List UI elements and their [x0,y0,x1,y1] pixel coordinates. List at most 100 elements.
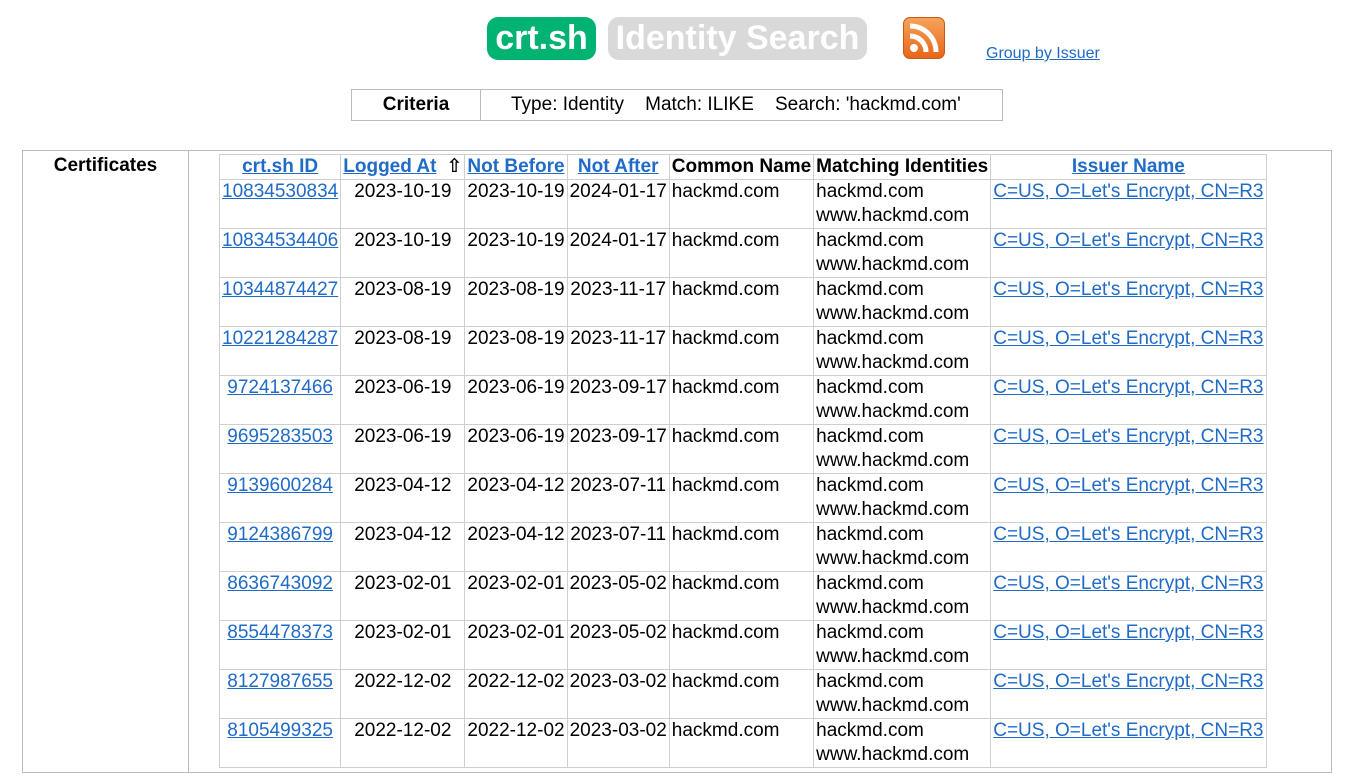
common-name-cell: hackmd.com [668,228,815,278]
logged-at-cell: 2023-02-01 [340,571,466,621]
issuer-name-link[interactable]: C=US, O=Let's Encrypt, CN=R3 [993,671,1263,692]
not-after: 2023-09-17 [569,377,667,398]
criteria-value: Type: Identity Match: ILIKE Search: 'hac… [511,94,961,115]
issuer-name-cell[interactable]: C=US, O=Let's Encrypt, CN=R3 [990,669,1267,719]
matching-identity: www.hackmd.com [816,205,970,226]
not-before-cell: 2023-10-19 [464,228,568,278]
issuer-name-cell[interactable]: C=US, O=Let's Encrypt, CN=R3 [990,473,1267,523]
issuer-name-link[interactable]: C=US, O=Let's Encrypt, CN=R3 [993,573,1263,594]
issuer-name-cell[interactable]: C=US, O=Let's Encrypt, CN=R3 [990,228,1267,278]
common-name-cell: hackmd.com [668,277,815,327]
issuer-name-link[interactable]: C=US, O=Let's Encrypt, CN=R3 [993,377,1263,398]
rss-feed-icon[interactable] [903,17,945,59]
column-header[interactable]: Issuer Name [990,154,1267,180]
column-header-link[interactable]: Not Before [467,156,564,177]
matching-identity: hackmd.com [816,573,924,594]
table-row: 10221284287 2023-08-19 2023-08-19 2023-11-1… [218,326,1267,376]
column-header-link[interactable]: Not After [578,156,659,177]
column-header[interactable]: Logged At ⇧ [340,154,466,180]
issuer-name-link[interactable]: C=US, O=Let's Encrypt, CN=R3 [993,279,1263,300]
cert-id-cell[interactable]: 10834530834 [218,179,342,229]
column-header-link[interactable]: Issuer Name [1072,156,1185,177]
issuer-name-cell[interactable]: C=US, O=Let's Encrypt, CN=R3 [990,522,1267,572]
not-before: 2023-08-19 [467,279,565,300]
cert-id-link[interactable]: 8127987655 [227,671,333,692]
not-before-cell: 2023-08-19 [464,326,568,376]
cert-id-cell[interactable]: 10834534406 [218,228,342,278]
issuer-name-link[interactable]: C=US, O=Let's Encrypt, CN=R3 [993,622,1263,643]
issuer-name-link[interactable]: C=US, O=Let's Encrypt, CN=R3 [993,328,1263,349]
cert-id-link[interactable]: 8636743092 [227,573,333,594]
not-after-cell: 2024-01-17 [566,228,670,278]
cert-id-link[interactable]: 8105499325 [227,720,333,741]
not-before: 2023-02-01 [467,573,565,594]
cert-id-link[interactable]: 10834534406 [222,230,338,251]
issuer-name-link[interactable]: C=US, O=Let's Encrypt, CN=R3 [993,426,1263,447]
cert-id-cell[interactable]: 9695283503 [218,424,342,474]
not-after: 2023-09-17 [569,426,667,447]
matching-identity: www.hackmd.com [816,597,970,618]
cert-id-link[interactable]: 8554478373 [227,622,333,643]
column-header-link[interactable]: crt.sh ID [242,156,318,177]
cert-id-link[interactable]: 10221284287 [222,328,338,349]
not-after-cell: 2023-09-17 [566,424,670,474]
cert-id-link[interactable]: 10344874427 [222,279,338,300]
issuer-name-cell[interactable]: C=US, O=Let's Encrypt, CN=R3 [990,620,1267,670]
issuer-name-link[interactable]: C=US, O=Let's Encrypt, CN=R3 [993,181,1263,202]
column-header: Matching Identities [813,154,992,180]
not-before-cell: 2023-06-19 [464,375,568,425]
matching-identities-cell: hackmd.com www.hackmd.com [813,522,992,572]
not-before: 2023-06-19 [467,377,565,398]
issuer-name-link[interactable]: C=US, O=Let's Encrypt, CN=R3 [993,524,1263,545]
issuer-name-cell[interactable]: C=US, O=Let's Encrypt, CN=R3 [990,375,1267,425]
issuer-name-cell[interactable]: C=US, O=Let's Encrypt, CN=R3 [990,718,1267,768]
cert-id-cell[interactable]: 9724137466 [218,375,342,425]
matching-identity: www.hackmd.com [816,352,970,373]
column-header[interactable]: Not After [566,154,670,180]
logged-at-cell: 2023-06-19 [340,424,466,474]
group-by-issuer-link[interactable]: Group by Issuer [986,45,1100,63]
cert-id-cell[interactable]: 8105499325 [218,718,342,768]
matching-identity: hackmd.com [816,230,924,251]
not-before: 2023-08-19 [467,328,565,349]
cert-id-link[interactable]: 9124386799 [227,524,333,545]
column-header-link[interactable]: Logged At [343,156,436,177]
cert-id-link[interactable]: 10834530834 [222,181,338,202]
not-after-cell: 2024-01-17 [566,179,670,229]
sort-up-arrow-icon[interactable]: ⇧ [446,155,462,179]
cert-id-cell[interactable]: 10344874427 [218,277,342,327]
cert-id-cell[interactable]: 8127987655 [218,669,342,719]
logged-at: 2022-12-02 [354,720,452,741]
column-header[interactable]: crt.sh ID [218,154,342,180]
issuer-name-cell[interactable]: C=US, O=Let's Encrypt, CN=R3 [990,326,1267,376]
table-row: 9124386799 2023-04-12 2023-04-12 2023-07-11… [218,522,1267,572]
issuer-name-cell[interactable]: C=US, O=Let's Encrypt, CN=R3 [990,277,1267,327]
table-row: 9139600284 2023-04-12 2023-04-12 2023-07-11… [218,473,1267,523]
table-row: 10834530834 2023-10-19 2023-10-19 2024-01-1… [218,179,1267,229]
issuer-name-link[interactable]: C=US, O=Let's Encrypt, CN=R3 [993,230,1263,251]
issuer-name-link[interactable]: C=US, O=Let's Encrypt, CN=R3 [993,475,1263,496]
issuer-name-cell[interactable]: C=US, O=Let's Encrypt, CN=R3 [990,571,1267,621]
cert-id-cell[interactable]: 9124386799 [218,522,342,572]
column-header: Common Name [668,154,815,180]
matching-identity: www.hackmd.com [816,744,970,765]
issuer-name-cell[interactable]: C=US, O=Let's Encrypt, CN=R3 [990,179,1267,229]
not-after-cell: 2023-11-17 [566,277,670,327]
matching-identity: hackmd.com [816,426,924,447]
issuer-name-link[interactable]: C=US, O=Let's Encrypt, CN=R3 [993,720,1263,741]
criteria-box: Criteria Type: Identity Match: ILIKE Sea… [351,89,1003,121]
column-header[interactable]: Not Before [464,154,568,180]
logged-at: 2023-10-19 [354,181,452,202]
cert-id-cell[interactable]: 8636743092 [218,571,342,621]
issuer-name-cell[interactable]: C=US, O=Let's Encrypt, CN=R3 [990,424,1267,474]
cert-id-link[interactable]: 9724137466 [227,377,333,398]
cert-id-cell[interactable]: 8554478373 [218,620,342,670]
cert-id-cell[interactable]: 10221284287 [218,326,342,376]
cert-id-link[interactable]: 9139600284 [227,475,333,496]
cert-id-link[interactable]: 9695283503 [227,426,333,447]
table-row: 8554478373 2023-02-01 2023-02-01 2023-05-02… [218,620,1267,670]
crtsh-logo-link[interactable]: crt.sh [487,17,596,60]
not-before-cell: 2023-02-01 [464,620,568,670]
cert-id-cell[interactable]: 9139600284 [218,473,342,523]
matching-identity: hackmd.com [816,475,924,496]
